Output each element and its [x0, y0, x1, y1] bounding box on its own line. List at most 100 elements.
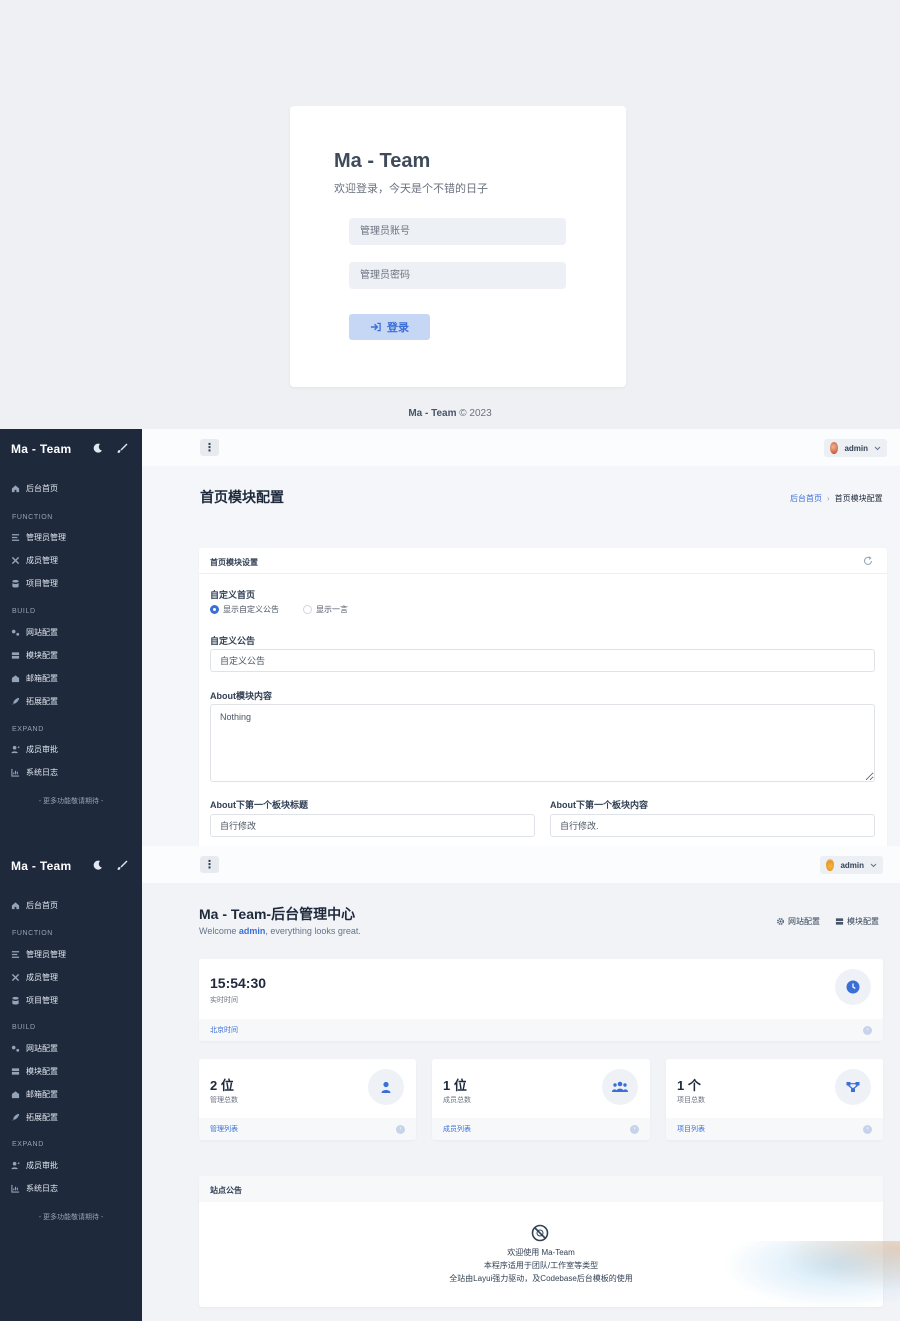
sidebar: Ma - Team 后台首页 FUNCTION 管理员管理 成员管理 项目管理 … [0, 846, 142, 1321]
dashboard-screen: Ma - Team 后台首页 FUNCTION 管理员管理 成员管理 项目管理 … [0, 846, 900, 1321]
sidebar-item-approval[interactable]: 成员审批 [11, 743, 58, 755]
about-content-textarea[interactable]: Nothing [210, 704, 875, 782]
radio-show-notice[interactable]: 显示自定义公告 [210, 604, 279, 615]
sidebar-item-site-config[interactable]: 网站配置 [11, 1042, 58, 1054]
sidebar-item-logs[interactable]: 系统日志 [11, 766, 58, 778]
sidebar-brand: Ma - Team [11, 442, 72, 456]
sidebar-item-label: 网站配置 [26, 1043, 58, 1053]
first-block-title-input[interactable] [210, 814, 535, 837]
welcome-user-link[interactable]: admin [239, 926, 266, 936]
members-stat-card: 1 位 成员总数 成员列表 › [432, 1059, 650, 1140]
sitemap-icon [835, 1069, 871, 1105]
decorative-watermark [690, 1241, 900, 1321]
current-time: 15:54:30 [210, 975, 267, 991]
stat-value: 2 位 [210, 1078, 234, 1093]
chevron-down-icon [870, 863, 877, 868]
footer-brand: Ma - Team [408, 408, 457, 419]
chart-icon [11, 768, 20, 777]
login-title: Ma - Team [334, 150, 431, 172]
module-config-button[interactable]: 模块配置 [835, 916, 879, 927]
custom-notice-input[interactable] [210, 649, 875, 672]
site-config-button[interactable]: 网站配置 [776, 916, 820, 927]
sidebar-item-module-config[interactable]: 模块配置 [11, 1065, 58, 1077]
user-menu[interactable]: admin [824, 439, 887, 457]
card-title: 首页模块设置 [210, 558, 258, 567]
tools-icon [11, 556, 20, 564]
login-card: Ma - Team 欢迎登录，今天是个不错的日子 登录 [290, 106, 626, 387]
sidebar-item-projects[interactable]: 项目管理 [11, 577, 58, 589]
admins-list-link[interactable]: 管理列表 [210, 1124, 238, 1134]
admins-stat-card: 2 位 管理总数 管理列表 › [199, 1059, 416, 1140]
brush-icon[interactable] [116, 442, 128, 454]
menu-toggle-button[interactable]: ⋮ [200, 856, 219, 873]
stat-value: 1 个 [677, 1078, 701, 1093]
breadcrumb-current: 首页模块配置 [834, 494, 883, 503]
sidebar-item-label: 成员管理 [26, 555, 58, 565]
sidebar-item-admins[interactable]: 管理员管理 [11, 948, 66, 960]
members-stat-footer[interactable]: 成员列表 › [432, 1118, 650, 1140]
rocket-icon [11, 697, 20, 705]
breadcrumb-home-link[interactable]: 后台首页 [790, 493, 822, 504]
sidebar-more-note: - 更多功能敬请期待 - [38, 1214, 104, 1221]
members-list-link[interactable]: 成员列表 [443, 1124, 471, 1134]
sidebar-item-mail-config[interactable]: 邮箱配置 [11, 1088, 58, 1100]
time-card-footer[interactable]: 北京时间 › [199, 1019, 883, 1041]
sidebar-item-mail-config[interactable]: 邮箱配置 [11, 672, 58, 684]
stat-label: 成员总数 [443, 1097, 471, 1104]
server-icon [11, 1067, 20, 1075]
time-footer-link[interactable]: 北京时间 [210, 1025, 238, 1035]
radio-label: 显示自定义公告 [223, 605, 279, 614]
password-input[interactable] [349, 262, 566, 289]
users-icon [602, 1069, 638, 1105]
radio-show-hitokoto[interactable]: 显示一言 [303, 604, 348, 615]
refresh-icon[interactable] [863, 556, 873, 566]
sidebar-item-home[interactable]: 后台首页 [11, 482, 58, 494]
sidebar-item-label: 邮箱配置 [26, 673, 58, 683]
sidebar-item-extend-config[interactable]: 拓展配置 [11, 1111, 58, 1123]
cogs-icon [11, 629, 20, 636]
ban-icon [531, 1224, 549, 1242]
sidebar-item-members[interactable]: 成员管理 [11, 971, 58, 983]
sidebar-item-extend-config[interactable]: 拓展配置 [11, 695, 58, 707]
projects-stat-footer[interactable]: 项目列表 › [666, 1118, 883, 1140]
login-button[interactable]: 登录 [349, 314, 430, 340]
user-plus-icon [11, 745, 20, 753]
projects-stat-card: 1 个 项目总数 项目列表 › [666, 1059, 883, 1140]
sidebar-item-projects[interactable]: 项目管理 [11, 994, 58, 1006]
moon-icon[interactable] [92, 442, 104, 454]
sidebar-item-approval[interactable]: 成员审批 [11, 1159, 58, 1171]
welcome-prefix: Welcome [199, 926, 239, 936]
custom-notice-label: 自定义公告 [210, 636, 256, 646]
sidebar-item-admins[interactable]: 管理员管理 [11, 531, 66, 543]
projects-list-link[interactable]: 项目列表 [677, 1124, 705, 1134]
arrow-circle-icon: › [863, 1025, 872, 1035]
menu-toggle-button[interactable]: ⋮ [200, 439, 219, 456]
stat-label: 项目总数 [677, 1097, 705, 1104]
sidebar-item-label: 后台首页 [26, 483, 58, 493]
sidebar-item-label: 成员审批 [26, 744, 58, 754]
sidebar-item-members[interactable]: 成员管理 [11, 554, 58, 566]
sidebar-item-label: 拓展配置 [26, 696, 58, 706]
user-menu[interactable]: admin [820, 856, 883, 874]
account-input[interactable] [349, 218, 566, 245]
sidebar-item-site-config[interactable]: 网站配置 [11, 626, 58, 638]
topbar: ⋮ admin [142, 429, 900, 466]
stat-value: 1 位 [443, 1078, 467, 1093]
sidebar-item-module-config[interactable]: 模块配置 [11, 649, 58, 661]
admins-stat-footer[interactable]: 管理列表 › [199, 1118, 416, 1140]
clock-icon [835, 969, 871, 1005]
sidebar-heading-build: BUILD [12, 608, 36, 615]
sidebar-item-label: 项目管理 [26, 995, 58, 1005]
sidebar-item-logs[interactable]: 系统日志 [11, 1182, 58, 1194]
sidebar-item-home[interactable]: 后台首页 [11, 899, 58, 911]
brush-icon[interactable] [116, 859, 128, 871]
welcome-suffix: , everything looks great. [265, 926, 361, 936]
sidebar-item-label: 管理员管理 [26, 949, 66, 959]
first-block-content-input[interactable] [550, 814, 875, 837]
moon-icon[interactable] [92, 859, 104, 871]
login-footer: Ma - Team © 2023 [0, 408, 900, 419]
gear-icon [777, 918, 784, 925]
home-icon [11, 901, 20, 909]
sidebar-heading-expand: EXPAND [12, 1141, 44, 1148]
arrow-circle-icon: › [863, 1124, 872, 1134]
